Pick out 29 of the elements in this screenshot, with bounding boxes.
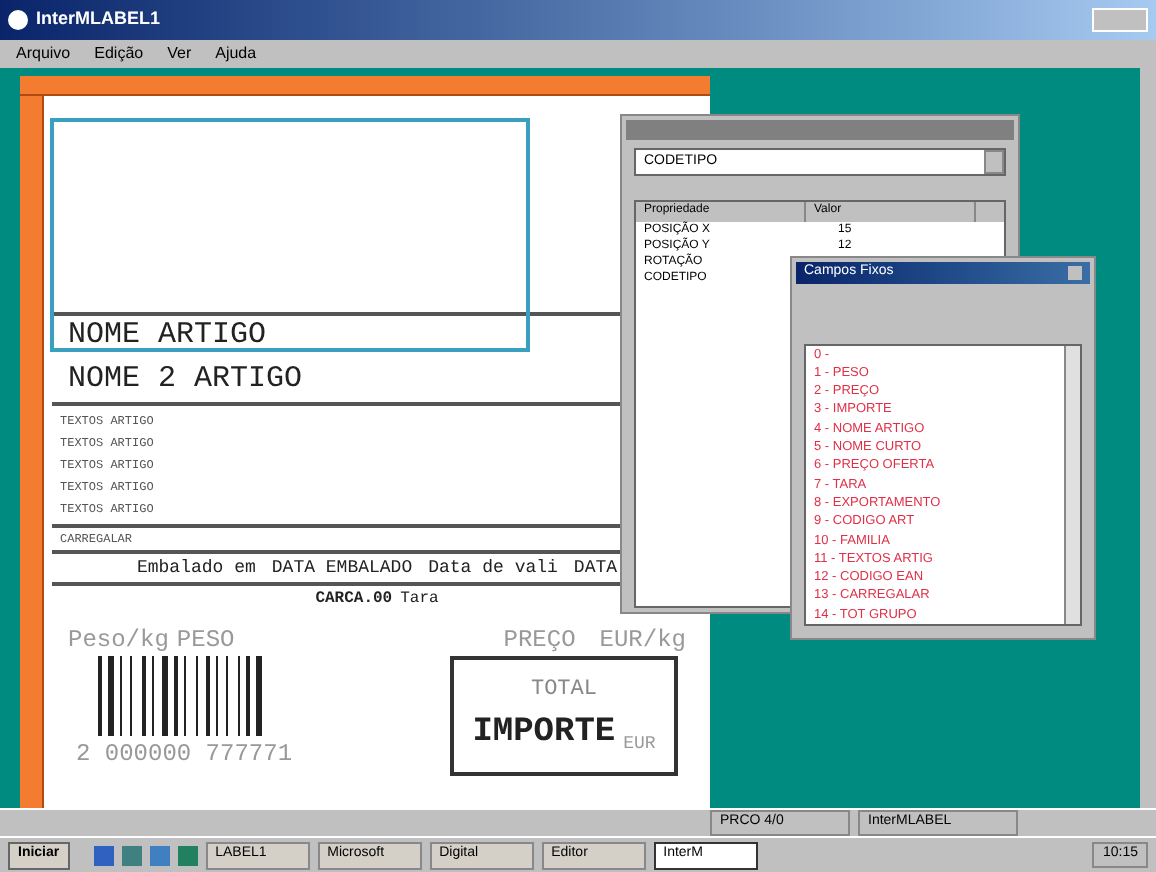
quick-launch-icon[interactable] bbox=[121, 845, 142, 865]
list-scrollbar[interactable] bbox=[1064, 345, 1080, 624]
menu-item[interactable]: Edição bbox=[94, 42, 144, 66]
price-unit: EUR/kg bbox=[599, 624, 686, 656]
weight-label: Peso/kg bbox=[68, 624, 169, 656]
selection-rectangle[interactable] bbox=[50, 118, 530, 352]
item-name: NOME ARTIGO bbox=[66, 316, 269, 354]
item-name: NOME 2 ARTIGO bbox=[66, 360, 305, 398]
tare-label: Tara bbox=[400, 588, 439, 612]
quick-launch-icon[interactable] bbox=[177, 845, 198, 865]
quick-launch-icon[interactable] bbox=[149, 845, 170, 865]
menu-item[interactable]: Arquivo bbox=[16, 42, 71, 66]
barcode-number: 2 000000 777771 bbox=[76, 738, 293, 772]
total-unit: EUR bbox=[623, 731, 656, 757]
packed-date-text: DATA bbox=[573, 556, 618, 582]
window-title: InterMLABEL1 bbox=[36, 6, 161, 33]
total-field: IMPORTE bbox=[472, 707, 616, 758]
packed-date-text: Embalado em bbox=[136, 556, 256, 582]
vertical-scrollbar[interactable] bbox=[1140, 68, 1156, 808]
quick-launch-icon[interactable] bbox=[93, 845, 114, 865]
app-icon bbox=[8, 10, 28, 30]
price-field: PREÇO bbox=[503, 624, 576, 656]
menu-item[interactable]: Ver bbox=[167, 42, 192, 66]
weight-field: PESO bbox=[176, 624, 235, 656]
tare-value: CARCA.00 bbox=[315, 588, 393, 612]
packed-date-text: DATA EMBALADO bbox=[271, 556, 413, 582]
menu-item[interactable]: Ajuda bbox=[215, 42, 257, 66]
total-label: TOTAL bbox=[530, 676, 597, 706]
packed-date-text: Data de vali bbox=[428, 556, 558, 582]
